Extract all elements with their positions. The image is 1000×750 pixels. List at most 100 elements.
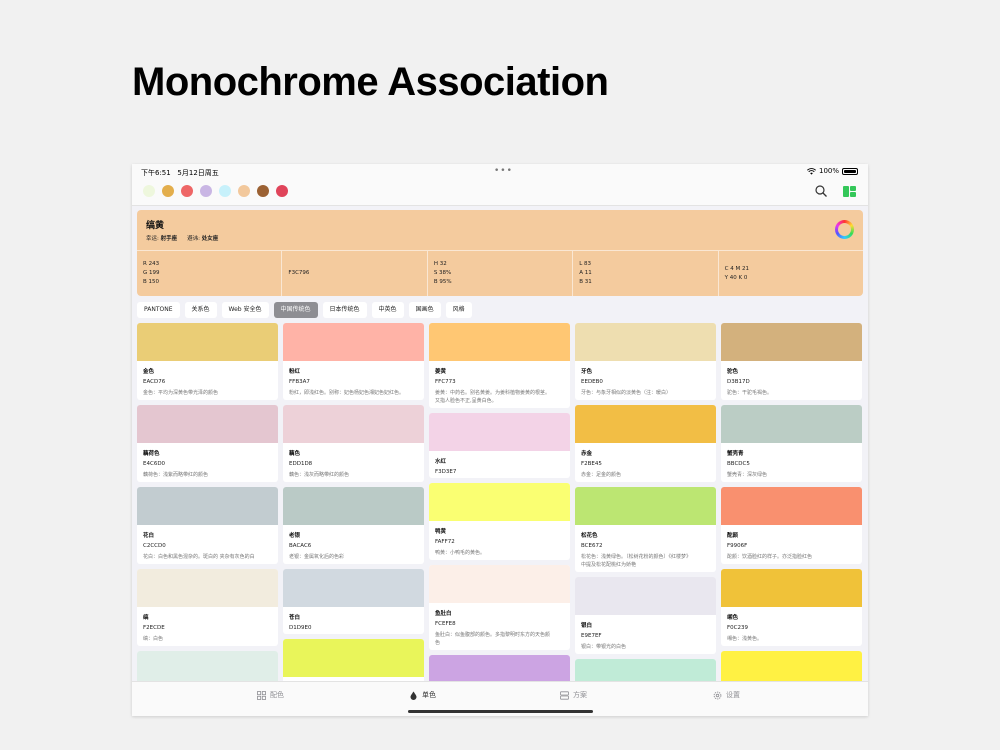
color-swatch [137,569,278,607]
card-color-name: 鸭黄 [435,529,447,535]
card-info: 松花色 BCE672 松花色：浅黄绿色。（松树花粉的颜色）《红楼梦》 中提及松花配桃红… [575,525,716,569]
card-color-name: 金色 [143,369,155,375]
card-info: 水红 F3D3E7 [429,451,570,475]
color-card[interactable]: 鸭黄 FAFF72 鸭黄：小鸭毛的黄色。 [429,483,570,560]
color-card[interactable]: 缟 F2ECDE 缟：白色 [137,569,278,646]
color-card[interactable]: 花白 C2CCD0 花白：白色和黑色混杂的。斑白的 夹杂有灰色的白 [137,487,278,564]
card-hex: F0C239 [727,625,749,631]
card-color-name: 驼色 [727,369,739,375]
color-swatch [137,487,278,525]
color-card[interactable]: 赤金 F2BE45 赤金：足金的颜色 [575,405,716,482]
card-info: 牙色 EEDEB0 牙色：与象牙相似的淡黄色（注：暖白） [575,361,716,397]
card-hex: BCE672 [581,543,603,549]
color-swatch [137,405,278,443]
card-color-name: 花白 [143,533,155,539]
filter-chip[interactable]: Web 安全色 [221,302,269,318]
color-card[interactable]: 银白 E9E7EF 银白：带银光的白色 [575,577,716,654]
palette-dot[interactable] [219,185,231,197]
color-card[interactable] [283,639,424,681]
color-swatch [283,323,424,361]
hex-value[interactable]: F3C796 [282,251,428,296]
palette-dot[interactable] [181,185,193,197]
color-card[interactable]: 金色 EACD76 金色：平均为深黄色带光泽的颜色 [137,323,278,400]
color-card[interactable]: 苍白 D1D9E0 [283,569,424,634]
filter-chip[interactable]: 风格 [445,302,472,318]
color-card-grid: 金色 EACD76 金色：平均为深黄色带光泽的颜色 藕荷色 E4C6D0 藕荷色：浅紫而略… [137,323,863,681]
color-card[interactable]: 藕荷色 E4C6D0 藕荷色：浅紫而略带红的颜色 [137,405,278,482]
rgb-values[interactable]: R 243 G 199 B 150 [137,251,283,296]
card-info: 蟹壳青 BBCDC5 蟹壳青：深灰绿色 [721,443,862,479]
card-hex: E9E7EF [581,633,602,639]
color-values: R 243 G 199 B 150 F3C796 H 32 S 38% B 95% L … [137,250,863,296]
card-hex: BBCDC5 [727,461,750,467]
color-meta: 幸运: 射手座 避讳: 处女座 [146,236,219,242]
filter-chip[interactable]: 中英色 [371,302,404,318]
card-color-name: 藕荷色 [143,451,160,457]
card-description: 驼色：干驼毛褐色。 [727,390,773,396]
palette-dot[interactable] [162,185,174,197]
card-description: 银白：带银光的白色 [581,644,627,650]
gear-icon [713,691,722,699]
filter-chip[interactable]: PANTONE [137,302,180,318]
layout-icon[interactable] [843,186,856,197]
card-hex: C2CCD0 [143,543,166,549]
card-description: 老银：金属氧化后的色彩 [289,554,345,560]
palette-dot[interactable] [200,185,212,197]
card-hex: EEDEB0 [581,379,603,385]
page-headline: Monochrome Association [132,60,609,104]
palette-dot[interactable] [143,185,155,197]
color-card[interactable]: 粉红 FFB3A7 粉红，即浅红色。别称：妃色杨妃色湘妃色妃红色。 [283,323,424,400]
card-color-name: 银白 [581,623,593,629]
color-card[interactable] [137,651,278,681]
multitask-dots[interactable]: ••• [494,166,513,176]
color-card[interactable]: 水红 F3D3E7 [429,413,570,478]
status-time: 下午6:51 5月12日周五 [141,169,219,177]
lab-values[interactable]: L 83 A 11 B 31 [573,251,719,296]
color-card[interactable]: 缃色 F0C239 缃色：浅黄色。 [721,569,862,646]
color-swatch [429,565,570,603]
palette-dot[interactable] [257,185,269,197]
color-card[interactable]: 老银 BACAC6 老银：金属氧化后的色彩 [283,487,424,564]
card-description: 缃色：浅黄色。 [727,636,763,642]
palette-dot[interactable] [238,185,250,197]
color-swatch [429,655,570,681]
card-hex: F2ECDE [143,625,165,631]
tab-danse[interactable]: 单色 [409,690,436,700]
card-description: 鱼肚白：似鱼腹部的颜色。多指黎明时东方的天色颜色 [435,632,551,646]
filter-chip[interactable]: 日本传统色 [322,302,367,318]
card-info: 驼色 D3B17D 驼色：干驼毛褐色。 [721,361,862,397]
color-card[interactable]: 牙色 EEDEB0 牙色：与象牙相似的淡黄色（注：暖白） [575,323,716,400]
stack-icon [560,690,569,700]
filter-chip[interactable]: 关系色 [184,302,217,318]
color-card[interactable] [575,659,716,681]
card-description: 松花色：浅黄绿色。（松树花粉的颜色）《红楼梦》 中提及松花配桃红为娇艳 [581,554,692,568]
tab-label: 设置 [726,691,740,699]
color-detail-panel: 缟黄 幸运: 射手座 避讳: 处女座 R 243 G 199 B 150 F3C79… [137,210,863,296]
tab-shezhi[interactable]: 设置 [713,690,740,700]
filter-chip[interactable]: 中国传统色 [273,302,318,318]
card-hex: EACD76 [143,379,166,385]
search-icon[interactable] [814,184,828,198]
color-card[interactable] [429,655,570,681]
color-picker-icon[interactable] [835,220,854,239]
color-card[interactable]: 松花色 BCE672 松花色：浅黄绿色。（松树花粉的颜色）《红楼梦》 中提及松花配桃红… [575,487,716,572]
status-bar: 下午6:51 5月12日周五 ••• 100% [132,164,868,180]
cmyk-values[interactable]: C 4 M 21 Y 40 K 0 [719,251,863,296]
color-card[interactable] [721,651,862,681]
color-card[interactable]: 蟹壳青 BBCDC5 蟹壳青：深灰绿色 [721,405,862,482]
color-card[interactable]: 藕色 EDD1D8 藕色：浅灰而略带红的颜色 [283,405,424,482]
color-card[interactable]: 鱼肚白 FCEFE8 鱼肚白：似鱼腹部的颜色。多指黎明时东方的天色颜色 [429,565,570,650]
tab-peise[interactable]: 配色 [257,690,284,700]
card-hex: FAFF72 [435,539,455,545]
color-swatch [575,405,716,443]
tab-fangan[interactable]: 方案 [560,690,587,700]
card-description: 姜黄：中药名。别名黄姜。为姜科植物姜黄的根茎。 又指人脸色不正,呈黄白色。 [435,390,551,404]
color-card[interactable]: 酡颜 F9906F 酡颜：饮酒脸红的样子。亦泛指脸红色 [721,487,862,564]
palette-dot[interactable] [276,185,288,197]
hsb-values[interactable]: H 32 S 38% B 95% [428,251,574,296]
card-color-name: 苍白 [289,615,301,621]
color-card[interactable]: 驼色 D3B17D 驼色：干驼毛褐色。 [721,323,862,400]
filter-chip[interactable]: 国画色 [408,302,441,318]
color-card[interactable]: 姜黄 FFC773 姜黄：中药名。别名黄姜。为姜科植物姜黄的根茎。 又指人脸色不正,呈… [429,323,570,408]
card-info: 花白 C2CCD0 花白：白色和黑色混杂的。斑白的 夹杂有灰色的白 [137,525,278,561]
